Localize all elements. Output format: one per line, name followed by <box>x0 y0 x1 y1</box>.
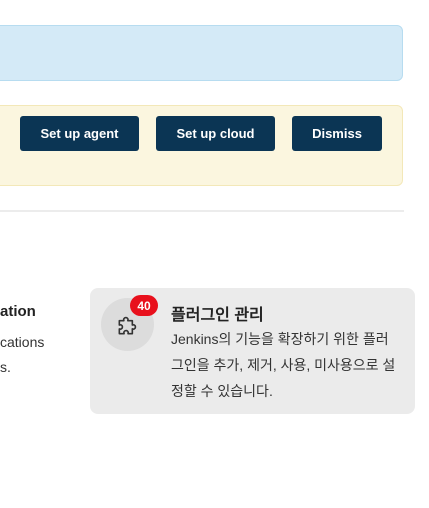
manage-plugins-description: Jenkins의 기능을 확장하기 위한 플러그인을 추가, 제거, 사용, 미… <box>171 331 396 399</box>
update-count-badge: 40 <box>130 295 158 316</box>
dismiss-button[interactable]: Dismiss <box>292 116 382 151</box>
info-banner <box>0 25 403 81</box>
manage-plugins-card[interactable]: 40 플러그인 관리 Jenkins의 기능을 확장하기 위한 플러그인을 추가… <box>90 288 415 414</box>
management-card-description: cations s. <box>0 334 45 375</box>
set-up-cloud-button[interactable]: Set up cloud <box>156 116 275 151</box>
section-divider <box>0 210 404 212</box>
manage-plugins-title: 플러그인 관리 <box>171 307 264 324</box>
management-card-title: ation <box>0 303 36 320</box>
set-up-agent-button[interactable]: Set up agent <box>20 116 139 151</box>
